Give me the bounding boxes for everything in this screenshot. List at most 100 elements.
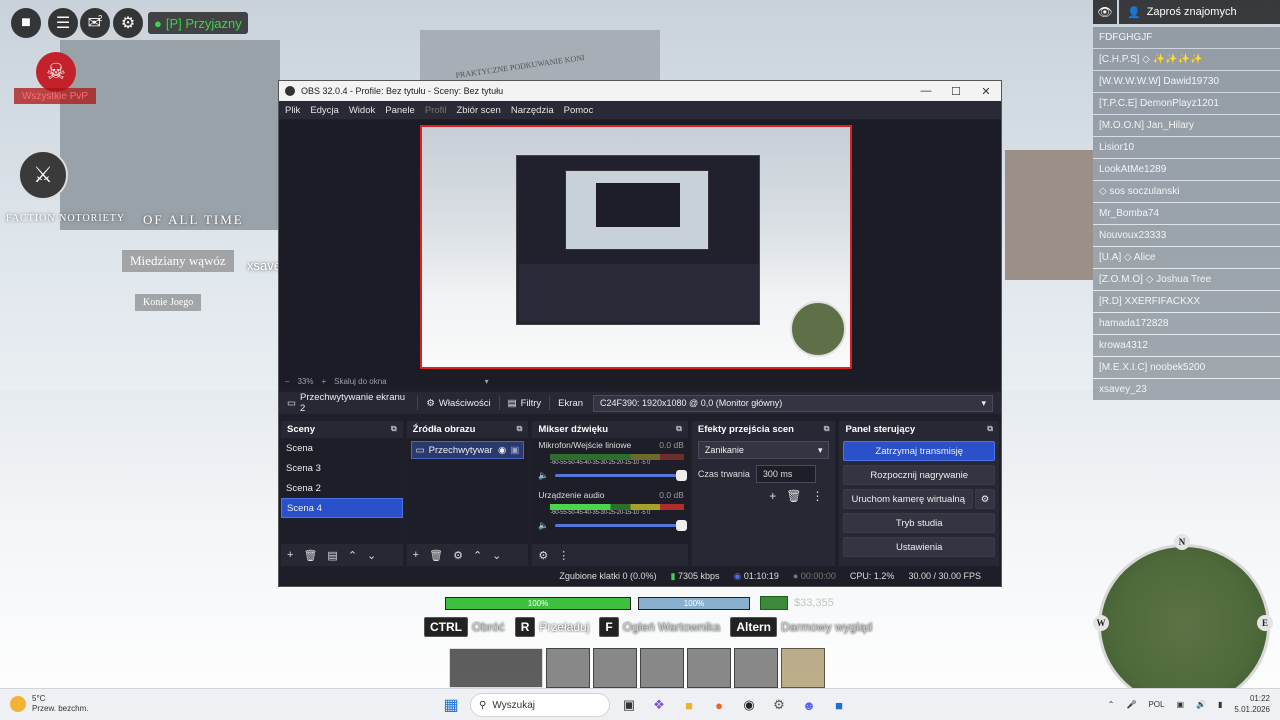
hotbar-slot[interactable] xyxy=(640,648,684,688)
trash-icon[interactable]: 🗑 xyxy=(429,549,443,562)
filters-button[interactable]: ▤ Filtry xyxy=(500,392,550,414)
properties-button[interactable]: ⚙ Właściwości xyxy=(418,392,498,414)
move-down-icon[interactable]: ⌄ xyxy=(367,549,376,562)
scene-item[interactable]: Scena 3 xyxy=(281,458,403,478)
obs-title-bar[interactable]: OBS 32.0.4 - Profile: Bez tytułu - Sceny… xyxy=(279,81,1001,101)
player-list-item[interactable]: [R.D] XXERFIFACKXX xyxy=(1093,291,1280,312)
menu-item-edycja[interactable]: Edycja xyxy=(310,105,339,116)
more-options-icon[interactable]: ⋮ xyxy=(558,549,569,562)
hotbar-slot[interactable] xyxy=(781,648,825,688)
move-down-icon[interactable]: ⌄ xyxy=(492,549,501,562)
preview-canvas[interactable] xyxy=(420,125,852,369)
start-recording-button[interactable]: Rozpocznij nagrywanie xyxy=(843,465,996,485)
slider-handle[interactable] xyxy=(675,519,687,531)
move-up-icon[interactable]: ⌃ xyxy=(473,549,482,562)
undock-icon[interactable]: ⧉ xyxy=(824,424,830,434)
hotbar-slot[interactable] xyxy=(734,648,778,688)
menu-item-plik[interactable]: Plik xyxy=(285,105,300,116)
task-view-icon[interactable]: ▣ xyxy=(618,694,640,716)
player-list-item[interactable]: [M.O.O.N] Jan_Hilary xyxy=(1093,115,1280,136)
player-list-item[interactable]: [C.H.P.S] ◇ ✨✨✨✨ xyxy=(1093,49,1280,70)
menu-item-narz-dzia[interactable]: Narzędzia xyxy=(511,105,554,116)
hotbar-slot[interactable] xyxy=(593,648,637,688)
virtual-camera-settings-gear-icon[interactable]: ⚙ xyxy=(975,489,996,509)
pvp-skull-icon[interactable]: ☠ xyxy=(36,52,76,92)
transition-select[interactable]: Zanikanie ▾ xyxy=(697,441,830,459)
invite-friends-button[interactable]: 👤 Zaproś znajomych xyxy=(1119,0,1280,24)
maximize-button[interactable]: ☐ xyxy=(941,81,971,101)
minimap[interactable] xyxy=(1098,544,1270,708)
zoom-minus-icon[interactable]: – xyxy=(285,377,289,386)
player-list-item[interactable]: [U.A] ◇ Alice xyxy=(1093,247,1280,268)
add-icon[interactable]: + xyxy=(769,489,776,503)
weather-widget[interactable]: 5°C Przew. bezchm. xyxy=(10,694,88,714)
player-list-item[interactable]: [T.P.C.E] DemonPlayz1201 xyxy=(1093,93,1280,114)
minimize-button[interactable]: — xyxy=(911,81,941,101)
undock-icon[interactable]: ⧉ xyxy=(517,424,523,434)
copilot-icon[interactable]: ❖ xyxy=(648,694,670,716)
battery-icon[interactable]: ▮ xyxy=(1218,700,1222,709)
network-icon[interactable]: ▣ xyxy=(1176,700,1184,709)
add-icon[interactable]: + xyxy=(413,549,419,561)
scene-item[interactable]: Scena 4 xyxy=(281,498,403,518)
player-list-item[interactable]: Mr_Bomba74 xyxy=(1093,203,1280,224)
windows-start-icon[interactable]: ▦ xyxy=(440,694,462,716)
scale-to-window[interactable]: Skaluj do okna xyxy=(334,377,386,386)
menu-item-profil[interactable]: Profil xyxy=(425,105,447,116)
scale-dropdown-icon[interactable]: ▾ xyxy=(485,377,489,386)
speaker-icon[interactable]: 🔈 xyxy=(538,470,549,481)
visibility-eye-icon[interactable]: ◉ xyxy=(498,445,506,456)
screen-dropdown[interactable]: C24F390: 1920x1080 @ 0,0 (Monitor główny… xyxy=(592,394,993,412)
add-icon[interactable]: + xyxy=(287,549,293,561)
more-options-icon[interactable]: ⋮ xyxy=(811,489,823,503)
settings-gear-button[interactable]: ⚙ xyxy=(113,8,143,38)
roblox-menu-button[interactable]: ■ xyxy=(11,8,41,38)
player-list-item[interactable]: xsavey_23 xyxy=(1093,379,1280,400)
trash-icon[interactable]: 🗑 xyxy=(303,549,317,562)
obs-taskbar-icon[interactable]: ◉ xyxy=(738,694,760,716)
undock-icon[interactable]: ⧉ xyxy=(391,424,397,434)
settings-taskbar-icon[interactable]: ⚙ xyxy=(768,694,790,716)
microphone-icon[interactable]: 🎤 xyxy=(1126,700,1136,709)
faction-badge-icon[interactable]: ⚔ xyxy=(18,150,68,200)
player-list-item[interactable]: LookAtMe1289 xyxy=(1093,159,1280,180)
hotbar-slot[interactable] xyxy=(546,648,590,688)
lock-icon[interactable]: ▣ xyxy=(510,445,519,456)
source-item[interactable]: ▭ Przechwytywar ◉ ▣ xyxy=(410,441,525,459)
player-list-item[interactable]: [W.W.W.W.W] Dawid19730 xyxy=(1093,71,1280,92)
roblox-taskbar-icon[interactable]: ■ xyxy=(828,694,850,716)
advanced-audio-icon[interactable]: ⚙ xyxy=(538,549,548,562)
move-up-icon[interactable]: ⌃ xyxy=(348,549,357,562)
discord-icon[interactable]: ☻ xyxy=(798,694,820,716)
firefox-icon[interactable]: ● xyxy=(708,694,730,716)
player-list-item[interactable]: [Z.O.M.O] ◇ Joshua Tree xyxy=(1093,269,1280,290)
chat-button[interactable]: ✉ 2 xyxy=(80,8,110,38)
menu-item-widok[interactable]: Widok xyxy=(349,105,375,116)
hamburger-menu-button[interactable]: ☰ xyxy=(48,8,78,38)
hotbar-slot[interactable] xyxy=(687,648,731,688)
player-list-item[interactable]: krowa4312 xyxy=(1093,335,1280,356)
speaker-icon[interactable]: 🔈 xyxy=(538,520,549,531)
slider-handle[interactable] xyxy=(675,469,687,481)
clock[interactable]: 01:22 5.01.2026 xyxy=(1234,693,1270,715)
taskbar-search[interactable]: ⚲ Wyszukaj xyxy=(470,693,610,717)
settings-button[interactable]: Ustawienia xyxy=(843,537,996,557)
duration-input[interactable]: 300 ms xyxy=(755,465,816,483)
player-list-item[interactable]: Nouvoux23333 xyxy=(1093,225,1280,246)
undock-icon[interactable]: ⧉ xyxy=(676,424,682,434)
zoom-plus-icon[interactable]: + xyxy=(321,377,326,386)
undock-icon[interactable]: ⧉ xyxy=(987,424,993,434)
gear-icon[interactable]: ⚙ xyxy=(453,549,463,562)
tray-chevron-up-icon[interactable]: ⌃ xyxy=(1108,700,1115,709)
menu-item-panele[interactable]: Panele xyxy=(385,105,415,116)
trash-icon[interactable]: 🗑 xyxy=(786,489,801,503)
menu-item-zbi-r-scen[interactable]: Zbiór scen xyxy=(456,105,500,116)
player-list-item[interactable]: ◇ sos soczulanski xyxy=(1093,181,1280,202)
scene-item[interactable]: Scena xyxy=(281,438,403,458)
player-list-item[interactable]: hamada172828 xyxy=(1093,313,1280,334)
stop-stream-button[interactable]: Zatrzymaj transmisję xyxy=(843,441,996,461)
team-indicator[interactable]: ● [P] Przyjazny xyxy=(148,12,248,34)
scene-item[interactable]: Scena 2 xyxy=(281,478,403,498)
studio-mode-button[interactable]: Tryb studia xyxy=(843,513,996,533)
volume-slider[interactable] xyxy=(554,469,687,481)
